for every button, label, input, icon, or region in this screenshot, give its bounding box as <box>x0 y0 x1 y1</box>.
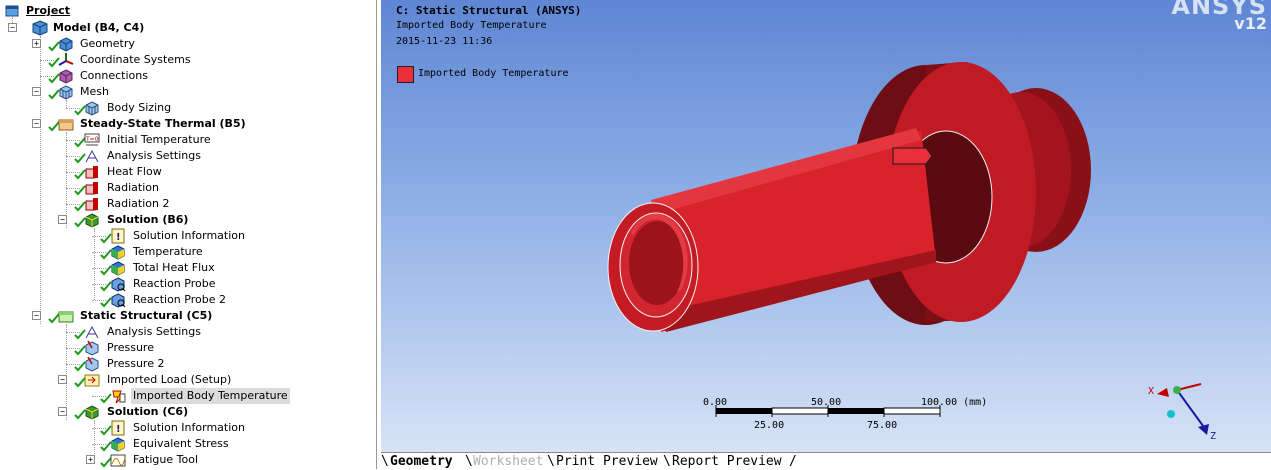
project-icon <box>4 3 20 19</box>
expand-toggle[interactable]: − <box>58 375 67 384</box>
svg-text:!: ! <box>116 232 121 243</box>
mesh-icon <box>58 84 74 100</box>
tab-geometry[interactable]: Geometry <box>388 453 455 470</box>
geometry-icon <box>58 36 74 52</box>
heat-flow-icon <box>84 164 100 180</box>
outline-tree: Project − Model (B4, C4) + Geometry Coordi… <box>0 0 377 469</box>
equivalent-stress-icon <box>110 436 126 452</box>
analysis-settings-icon <box>84 148 100 164</box>
tree-label: Static Structural (C5) <box>80 309 213 322</box>
tab-worksheet[interactable]: Worksheet <box>471 453 545 470</box>
solution-icon <box>84 404 100 420</box>
collapse-toggle[interactable]: − <box>8 23 17 32</box>
solution-icon <box>84 212 100 228</box>
tree-label: Imported Load (Setup) <box>107 373 232 386</box>
body-sizing-icon <box>84 100 100 116</box>
tree-label: Solution Information <box>133 229 245 242</box>
imported-load-icon <box>84 372 100 388</box>
tree-label: Initial Temperature <box>107 133 211 146</box>
tab-print-preview[interactable]: Print Preview <box>554 453 660 470</box>
static-structural-icon <box>58 308 74 324</box>
scale-label-75: 75.00 <box>867 420 898 431</box>
expand-toggle[interactable]: + <box>86 455 95 464</box>
tree-label: Pressure <box>107 341 154 354</box>
tree-label: Analysis Settings <box>107 325 201 338</box>
tree-label: Radiation 2 <box>107 197 170 210</box>
pressure-icon <box>84 340 100 356</box>
solution-information-icon: ! <box>110 420 126 436</box>
tree-label: Geometry <box>80 37 135 50</box>
tree-label: Steady-State Thermal (B5) <box>80 117 246 130</box>
expand-toggle[interactable]: − <box>58 215 67 224</box>
tree-label: Project <box>26 4 71 17</box>
radiation-icon <box>84 196 100 212</box>
tree-label: Reaction Probe <box>133 277 216 290</box>
scale-label-100: 100.00 (mm) <box>921 397 988 408</box>
tree-label: Heat Flow <box>107 165 162 178</box>
triad-x-label: X <box>1148 386 1155 397</box>
tree-label: Temperature <box>133 245 203 258</box>
tree-label: Coordinate Systems <box>80 53 191 66</box>
radiation-icon <box>84 180 100 196</box>
tree-label: Equivalent Stress <box>133 437 229 450</box>
reaction-probe-icon <box>110 276 126 292</box>
tree-label: Total Heat Flux <box>133 261 215 274</box>
heat-flux-result-icon <box>110 260 126 276</box>
tree-label: Pressure 2 <box>107 357 165 370</box>
tree-label: Imported Body Temperature <box>131 388 290 404</box>
tab-report-preview[interactable]: Report Preview <box>670 453 784 470</box>
tree-label: Solution (B6) <box>107 213 189 226</box>
initial-temperature-icon: T=0 <box>84 132 100 148</box>
tree-label: Model (B4, C4) <box>53 21 145 34</box>
graphics-viewport[interactable]: C: Static Structural (ANSYS) Imported Bo… <box>381 0 1271 452</box>
steady-state-thermal-icon <box>58 116 74 132</box>
model-geometry[interactable] <box>381 0 1271 452</box>
tree-label: Mesh <box>80 85 109 98</box>
connections-icon <box>58 68 74 84</box>
triad-z-label: Z <box>1210 431 1217 442</box>
analysis-settings-icon <box>84 324 100 340</box>
reaction-probe-icon <box>110 292 126 308</box>
scale-label-25: 25.00 <box>754 420 785 431</box>
view-tabs: \ Geometry \ Worksheet \ Print Preview \… <box>381 452 1271 470</box>
pressure-icon <box>84 356 100 372</box>
coordinate-systems-icon <box>58 52 74 68</box>
expand-toggle[interactable]: − <box>32 87 41 96</box>
expand-toggle[interactable]: − <box>32 311 41 320</box>
scale-label-50: 50.00 <box>811 397 842 408</box>
scale-label-0: 0.00 <box>703 397 728 408</box>
temperature-result-icon <box>110 244 126 260</box>
tree-label: Reaction Probe 2 <box>133 293 226 306</box>
tree-label: Solution Information <box>133 421 245 434</box>
model-cube-icon <box>32 20 48 36</box>
expand-toggle[interactable]: + <box>32 39 41 48</box>
svg-text:!: ! <box>116 424 121 435</box>
tree-label: Radiation <box>107 181 159 194</box>
fatigue-tool-icon <box>110 452 126 468</box>
expand-toggle[interactable]: − <box>32 119 41 128</box>
solution-information-icon: ! <box>110 228 126 244</box>
tree-label: Body Sizing <box>107 101 172 114</box>
tree-label: Fatigue Tool <box>133 453 199 466</box>
imported-body-temperature-icon <box>110 388 126 404</box>
svg-text:T=0: T=0 <box>85 136 99 143</box>
tree-label: Analysis Settings <box>107 149 201 162</box>
tree-label: Connections <box>80 69 148 82</box>
expand-toggle[interactable]: − <box>58 407 67 416</box>
tree-label: Solution (C6) <box>107 405 189 418</box>
